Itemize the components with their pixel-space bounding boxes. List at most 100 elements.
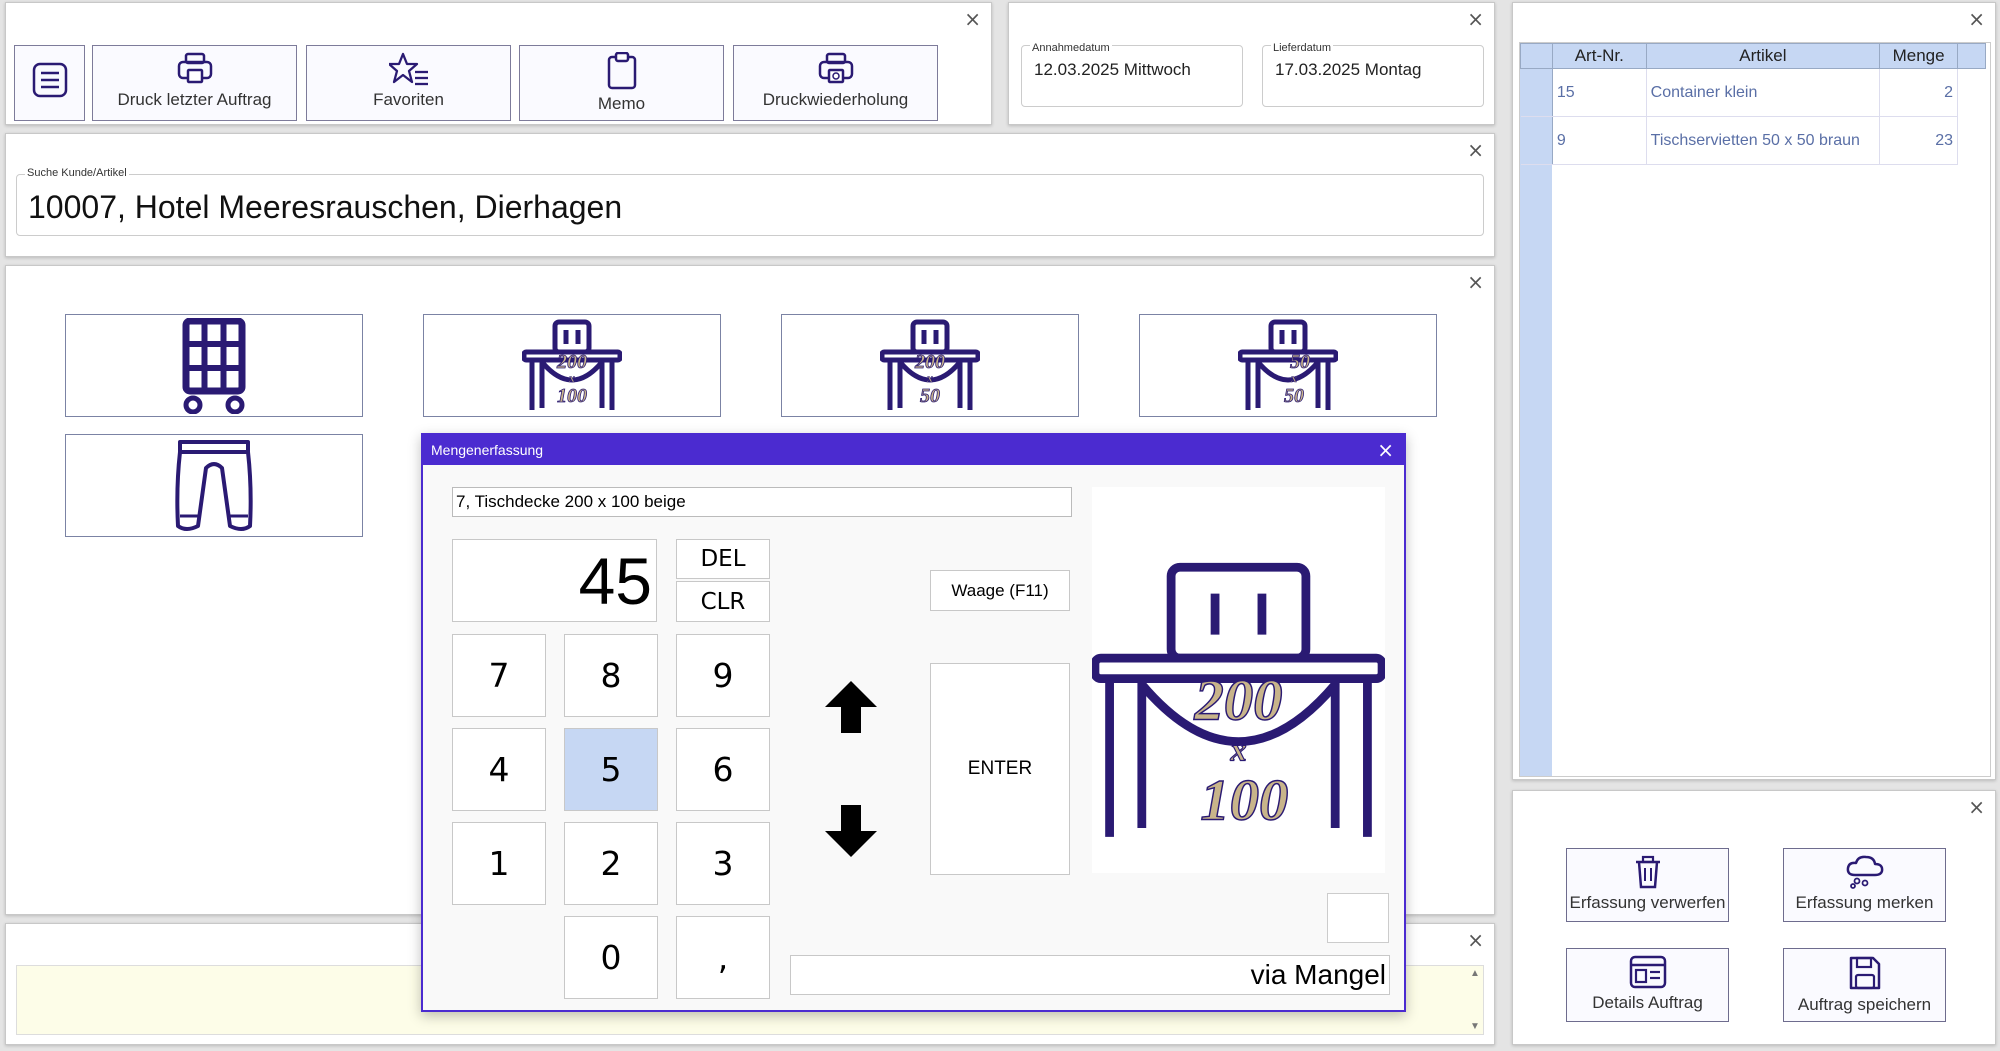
key-9[interactable]: 9 [676, 634, 770, 717]
dialog-close-icon[interactable]: × [1377, 438, 1394, 462]
print-repeat-label: Druckwiederholung [762, 90, 909, 109]
floppy-disk-icon [1849, 956, 1880, 990]
key-label: 4 [488, 750, 510, 789]
tablecloth-200x100-icon: 200 x 100 [1090, 562, 1387, 837]
row-selector-header [1520, 43, 1553, 69]
order-details-button[interactable]: Details Auftrag [1566, 948, 1729, 1022]
row-selector[interactable] [1520, 68, 1553, 117]
close-icon[interactable]: × [1467, 272, 1484, 292]
menu-icon [32, 62, 67, 98]
order-table-panel: × Art-Nr. Artikel Menge 15 Container kle… [1512, 2, 1996, 780]
menu-button[interactable] [14, 45, 85, 121]
scroll-up-icon[interactable]: ▲ [1470, 968, 1480, 979]
preview-size-top: 200 [1194, 668, 1283, 733]
cell-menge: 23 [1879, 116, 1959, 165]
tablecloth-200x100-icon: 200 x 100 [522, 319, 622, 410]
cell-filler [1958, 69, 1986, 117]
key-comma[interactable]: , [676, 916, 770, 999]
cell-menge: 2 [1879, 68, 1959, 117]
column-header-menge[interactable]: Menge [1879, 43, 1959, 69]
key-label: 5 [600, 750, 622, 789]
notes-scrollbar[interactable]: ▲ ▼ [1467, 966, 1483, 1034]
key-label: 6 [712, 750, 734, 789]
favorites-label: Favoriten [373, 90, 444, 109]
annahmedatum-value: 12.03.2025 Mittwoch [1034, 60, 1191, 79]
close-icon[interactable]: × [964, 9, 981, 29]
tile-laundry-cart[interactable] [65, 314, 363, 417]
save-order-label: Auftrag speichern [1797, 995, 1932, 1014]
key-label: 7 [488, 656, 510, 695]
scale-button[interactable]: Waage (F11) [930, 570, 1070, 611]
remember-entry-button[interactable]: Erfassung merken [1783, 848, 1946, 922]
column-header-art-nr[interactable]: Art-Nr. [1551, 43, 1647, 69]
order-table: Art-Nr. Artikel Menge 15 Container klein… [1520, 43, 1986, 165]
article-field[interactable]: 7, Tischdecke 200 x 100 beige [452, 487, 1072, 517]
cell-filler [1958, 117, 1986, 165]
annahmedatum-field[interactable]: Annahmedatum 12.03.2025 Mittwoch [1021, 42, 1243, 107]
order-details-label: Details Auftrag [1592, 993, 1703, 1012]
key-label: , [717, 938, 729, 977]
key-5[interactable]: 5 [564, 728, 658, 811]
tile-trousers[interactable] [65, 434, 363, 537]
clr-button[interactable]: CLR [676, 581, 770, 622]
lieferdatum-field[interactable]: Lieferdatum 17.03.2025 Montag [1262, 42, 1484, 107]
tablecloth-200x50-icon: 200 x 50 [880, 319, 980, 410]
print-last-order-button[interactable]: Druck letzter Auftrag [92, 45, 297, 121]
key-7[interactable]: 7 [452, 634, 546, 717]
discard-entry-button[interactable]: Erfassung verwerfen [1566, 848, 1729, 922]
key-4[interactable]: 4 [452, 728, 546, 811]
key-2[interactable]: 2 [564, 822, 658, 905]
close-icon[interactable]: × [1467, 9, 1484, 29]
memo-button[interactable]: Memo [519, 45, 724, 121]
cell-art-nr: 9 [1552, 116, 1647, 165]
tile-size-x: x [926, 371, 933, 385]
enter-button[interactable]: ENTER [930, 663, 1070, 875]
remember-entry-label: Erfassung merken [1795, 893, 1934, 912]
quantity-display[interactable]: 45 [452, 539, 657, 622]
tile-size-top: 200 [914, 351, 945, 373]
key-8[interactable]: 8 [564, 634, 658, 717]
key-label: 1 [488, 844, 510, 883]
column-header-artikel[interactable]: Artikel [1645, 43, 1881, 69]
printer-icon [177, 52, 212, 84]
save-order-button[interactable]: Auftrag speichern [1783, 948, 1946, 1022]
del-button[interactable]: DEL [676, 539, 770, 579]
key-0[interactable]: 0 [564, 916, 658, 999]
key-label: 0 [600, 938, 622, 977]
discard-entry-label: Erfassung verwerfen [1569, 893, 1726, 912]
tile-size-bottom: 50 [1284, 385, 1304, 407]
cell-art-nr: 15 [1552, 68, 1647, 117]
row-selector[interactable] [1520, 116, 1553, 165]
tablecloth-50x50-icon: 50 x 50 [1238, 319, 1338, 410]
close-icon[interactable]: × [1968, 9, 1985, 29]
search-field[interactable]: Suche Kunde/Artikel 10007, Hotel Meeresr… [16, 167, 1484, 236]
scroll-down-icon[interactable]: ▼ [1470, 1021, 1480, 1032]
favorites-button[interactable]: Favoriten [306, 45, 511, 121]
key-1[interactable]: 1 [452, 822, 546, 905]
print-last-order-label: Druck letzter Auftrag [117, 90, 272, 109]
lieferdatum-value: 17.03.2025 Montag [1275, 60, 1422, 79]
key-6[interactable]: 6 [676, 728, 770, 811]
close-icon[interactable]: × [1968, 797, 1985, 817]
print-repeat-button[interactable]: Druckwiederholung [733, 45, 938, 121]
status-square [1327, 893, 1389, 943]
article-value: 7, Tischdecke 200 x 100 beige [456, 492, 686, 511]
close-icon[interactable]: × [1467, 140, 1484, 160]
arrow-down-button[interactable] [821, 801, 881, 861]
tile-tablecloth-200x50[interactable]: 200 x 50 [781, 314, 1079, 417]
tile-tablecloth-50x50[interactable]: 50 x 50 [1139, 314, 1437, 417]
close-icon[interactable]: × [1467, 930, 1484, 950]
trash-icon [1635, 855, 1660, 889]
key-3[interactable]: 3 [676, 822, 770, 905]
key-label: 9 [712, 656, 734, 695]
via-field[interactable]: via Mangel [790, 955, 1390, 995]
tile-tablecloth-200x100[interactable]: 200 x 100 [423, 314, 721, 417]
lieferdatum-caption: Lieferdatum [1271, 42, 1334, 54]
dialog-titlebar[interactable]: Mengenerfassung × [423, 435, 1404, 465]
table-row[interactable]: 15 Container klein 2 [1520, 68, 1986, 117]
table-row[interactable]: 9 Tischservietten 50 x 50 braun 23 [1520, 116, 1986, 165]
arrow-up-button[interactable] [821, 677, 881, 737]
cell-artikel: Container klein [1646, 68, 1881, 117]
article-preview: 200 x 100 [1090, 535, 1387, 873]
actions-panel: × Erfassung verwerfen Erfassung merken D… [1512, 790, 1996, 1045]
